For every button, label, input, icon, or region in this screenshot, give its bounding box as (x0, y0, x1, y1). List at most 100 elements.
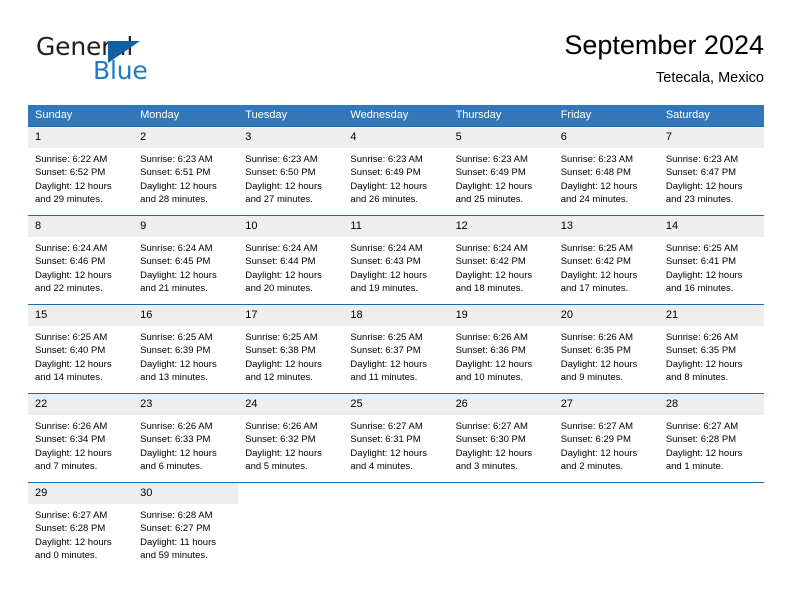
daylight-text-line1: Daylight: 12 hours (140, 447, 217, 459)
day-number: 20 (553, 305, 659, 326)
sunset-text: Sunset: 6:31 PM (350, 434, 421, 446)
calendar-page: General Blue September 2024 Tetecala, Me… (0, 0, 792, 612)
calendar-day-cell[interactable]: 6 Sunrise: 6:23 AM Sunset: 6:48 PM Daylight… (553, 126, 659, 216)
calendar-day-cell[interactable]: 22 Sunrise: 6:26 AM Sunset: 6:34 PM Dayligh… (28, 393, 134, 483)
calendar-day-cell[interactable]: 21 Sunrise: 6:26 AM Sunset: 6:35 PM Dayligh… (658, 304, 764, 394)
calendar-day-cell[interactable]: 29 Sunrise: 6:27 AM Sunset: 6:28 PM Dayligh… (28, 482, 134, 571)
daylight-text-line2: and 26 minutes. (350, 193, 419, 205)
calendar-day-cell[interactable]: 25 Sunrise: 6:27 AM Sunset: 6:31 PM Dayligh… (343, 393, 449, 483)
sunrise-text: Sunrise: 6:26 AM (245, 421, 318, 432)
calendar-day-cell[interactable]: 20 Sunrise: 6:26 AM Sunset: 6:35 PM Dayligh… (553, 304, 659, 394)
daylight-text-line2: and 20 minutes. (245, 282, 313, 294)
day-details: Sunrise: 6:27 AM Sunset: 6:29 PM Daylight:… (554, 415, 659, 473)
day-number: 25 (343, 394, 449, 415)
calendar-day-cell[interactable]: 10 Sunrise: 6:24 AM Sunset: 6:44 PM Dayligh… (238, 215, 344, 305)
day-details: Sunrise: 6:26 AM Sunset: 6:35 PM Daylight:… (554, 326, 659, 384)
daylight-text-line2: and 5 minutes. (245, 460, 308, 472)
daylight-text-line1: Daylight: 12 hours (140, 269, 217, 281)
sunset-text: Sunset: 6:51 PM (140, 167, 211, 179)
day-number (343, 483, 448, 504)
calendar-day-cell[interactable]: 13 Sunrise: 6:25 AM Sunset: 6:42 PM Dayligh… (553, 215, 659, 305)
day-details: Sunrise: 6:23 AM Sunset: 6:49 PM Daylight:… (449, 148, 554, 206)
calendar-day-cell[interactable]: 9 Sunrise: 6:24 AM Sunset: 6:45 PM Daylight… (133, 215, 239, 305)
sunrise-text: Sunrise: 6:24 AM (245, 243, 318, 254)
sunrise-text: Sunrise: 6:23 AM (245, 154, 318, 165)
sunrise-text: Sunrise: 6:27 AM (560, 421, 634, 432)
calendar-day-cell[interactable]: 5 Sunrise: 6:23 AM Sunset: 6:49 PM Daylight… (448, 126, 554, 216)
calendar-day-cell[interactable]: 16 Sunrise: 6:25 AM Sunset: 6:39 PM Dayligh… (133, 304, 239, 394)
calendar-body: 1 Sunrise: 6:22 AM Sunset: 6:52 PM Daylight… (28, 126, 764, 571)
daylight-text-line1: Daylight: 12 hours (350, 447, 427, 459)
daylight-text-line1: Daylight: 12 hours (665, 180, 743, 192)
sunrise-text: Sunrise: 6:24 AM (455, 243, 528, 254)
calendar-day-cell[interactable]: 23 Sunrise: 6:26 AM Sunset: 6:33 PM Dayligh… (133, 393, 239, 483)
sunrise-text: Sunrise: 6:25 AM (140, 332, 213, 343)
calendar-day-cell[interactable]: 1 Sunrise: 6:22 AM Sunset: 6:52 PM Daylight… (28, 126, 134, 216)
day-details: Sunrise: 6:23 AM Sunset: 6:51 PM Daylight:… (133, 148, 238, 206)
day-number (238, 483, 343, 504)
sunrise-text: Sunrise: 6:24 AM (350, 243, 423, 254)
sunset-text: Sunset: 6:29 PM (560, 434, 631, 446)
calendar-day-cell[interactable]: 4 Sunrise: 6:23 AM Sunset: 6:49 PM Daylight… (343, 126, 449, 216)
calendar-day-cell[interactable]: 2 Sunrise: 6:23 AM Sunset: 6:51 PM Daylight… (133, 126, 239, 216)
sunrise-text: Sunrise: 6:26 AM (560, 332, 634, 343)
daylight-text-line1: Daylight: 12 hours (35, 447, 112, 459)
sunset-text: Sunset: 6:45 PM (140, 256, 211, 268)
calendar-day-cell[interactable]: 27 Sunrise: 6:27 AM Sunset: 6:29 PM Dayligh… (553, 393, 659, 483)
daylight-text-line2: and 28 minutes. (140, 193, 208, 205)
day-details: Sunrise: 6:23 AM Sunset: 6:48 PM Daylight:… (554, 148, 659, 206)
sunrise-text: Sunrise: 6:28 AM (140, 510, 213, 521)
calendar-week-row: 15 Sunrise: 6:25 AM Sunset: 6:40 PM Dayligh… (28, 304, 764, 394)
day-details: Sunrise: 6:25 AM Sunset: 6:41 PM Daylight:… (659, 237, 764, 295)
sunrise-text: Sunrise: 6:23 AM (455, 154, 528, 165)
calendar-day-cell[interactable]: 11 Sunrise: 6:24 AM Sunset: 6:43 PM Dayligh… (343, 215, 449, 305)
calendar-day-cell[interactable]: 17 Sunrise: 6:25 AM Sunset: 6:38 PM Dayligh… (238, 304, 344, 394)
day-number (449, 483, 554, 504)
calendar-day-cell[interactable]: 15 Sunrise: 6:25 AM Sunset: 6:40 PM Dayligh… (28, 304, 134, 394)
day-details: Sunrise: 6:23 AM Sunset: 6:49 PM Daylight:… (343, 148, 448, 206)
calendar-day-cell-empty (238, 482, 344, 571)
day-number: 1 (28, 127, 134, 148)
sunset-text: Sunset: 6:49 PM (350, 167, 421, 179)
daylight-text-line2: and 12 minutes. (245, 371, 313, 383)
calendar-day-cell[interactable]: 19 Sunrise: 6:26 AM Sunset: 6:36 PM Dayligh… (448, 304, 554, 394)
calendar-day-cell[interactable]: 30 Sunrise: 6:28 AM Sunset: 6:27 PM Dayligh… (133, 482, 239, 571)
calendar-day-cell[interactable]: 28 Sunrise: 6:27 AM Sunset: 6:28 PM Dayligh… (658, 393, 764, 483)
weekday-header-tuesday: Tuesday (238, 105, 344, 127)
calendar-header-row: Sunday Monday Tuesday Wednesday Thursday… (28, 105, 764, 127)
page-title: September 2024 (564, 30, 764, 60)
brand-logo[interactable]: General Blue (36, 32, 266, 90)
daylight-text-line1: Daylight: 12 hours (455, 180, 533, 192)
daylight-text-line1: Daylight: 12 hours (245, 180, 322, 192)
calendar-day-cell-empty (448, 482, 554, 571)
sunrise-text: Sunrise: 6:26 AM (455, 332, 528, 343)
calendar-day-cell[interactable]: 14 Sunrise: 6:25 AM Sunset: 6:41 PM Dayligh… (658, 215, 764, 305)
calendar-day-cell[interactable]: 7 Sunrise: 6:23 AM Sunset: 6:47 PM Daylight… (658, 126, 764, 216)
calendar-table: Sunday Monday Tuesday Wednesday Thursday… (28, 105, 764, 571)
sunrise-text: Sunrise: 6:23 AM (560, 154, 634, 165)
sunset-text: Sunset: 6:33 PM (140, 434, 211, 446)
day-number: 28 (658, 394, 764, 415)
sunset-text: Sunset: 6:39 PM (140, 345, 211, 357)
calendar-day-cell[interactable]: 3 Sunrise: 6:23 AM Sunset: 6:50 PM Daylight… (238, 126, 344, 216)
sunset-text: Sunset: 6:38 PM (245, 345, 316, 357)
sunset-text: Sunset: 6:42 PM (560, 256, 631, 268)
calendar-day-cell[interactable]: 18 Sunrise: 6:25 AM Sunset: 6:37 PM Dayligh… (343, 304, 449, 394)
daylight-text-line2: and 18 minutes. (455, 282, 524, 294)
calendar-day-cell[interactable]: 12 Sunrise: 6:24 AM Sunset: 6:42 PM Dayligh… (448, 215, 554, 305)
sunset-text: Sunset: 6:37 PM (350, 345, 421, 357)
brand-name-blue: Blue (93, 56, 148, 85)
daylight-text-line2: and 27 minutes. (245, 193, 313, 205)
daylight-text-line2: and 7 minutes. (35, 460, 98, 472)
day-details: Sunrise: 6:27 AM Sunset: 6:28 PM Daylight:… (659, 415, 764, 473)
calendar-week-row: 1 Sunrise: 6:22 AM Sunset: 6:52 PM Daylight… (28, 126, 764, 216)
calendar-day-cell[interactable]: 8 Sunrise: 6:24 AM Sunset: 6:46 PM Daylight… (28, 215, 134, 305)
calendar-day-cell[interactable]: 24 Sunrise: 6:26 AM Sunset: 6:32 PM Dayligh… (238, 393, 344, 483)
day-number: 19 (448, 305, 554, 326)
daylight-text-line1: Daylight: 12 hours (35, 180, 112, 192)
sunset-text: Sunset: 6:52 PM (35, 167, 106, 179)
day-details: Sunrise: 6:24 AM Sunset: 6:45 PM Daylight:… (133, 237, 238, 295)
calendar-day-cell[interactable]: 26 Sunrise: 6:27 AM Sunset: 6:30 PM Dayligh… (448, 393, 554, 483)
weekday-header-sunday: Sunday (28, 105, 134, 127)
sunrise-text: Sunrise: 6:24 AM (35, 243, 108, 254)
